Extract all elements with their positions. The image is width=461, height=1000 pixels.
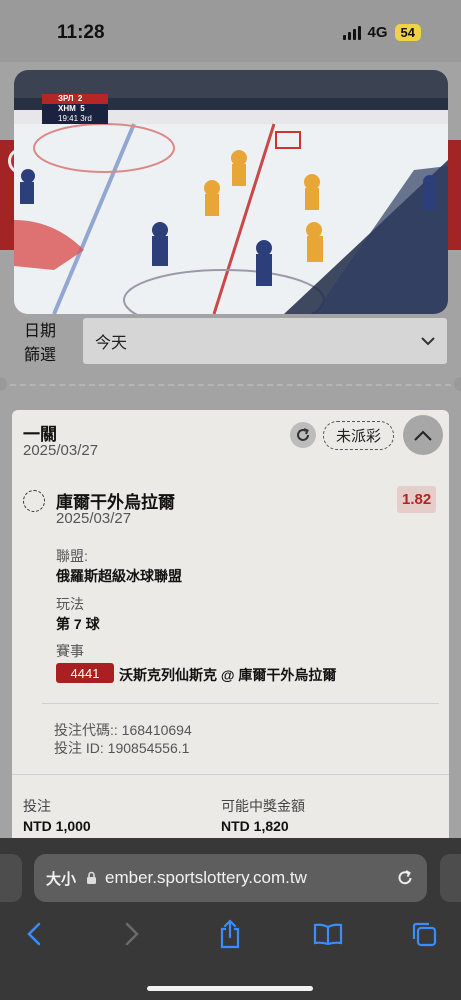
lock-icon	[87, 871, 97, 884]
date-filter-select[interactable]: 今天	[83, 318, 447, 364]
share-button[interactable]	[212, 916, 248, 952]
league-label: 聯盟:	[56, 548, 88, 564]
bet-code: 投注代碼:: 168410694	[54, 722, 192, 738]
market-value: 第 7 球	[56, 616, 100, 632]
scorebug: ЗРЛ 2 ХНМ 5 19:41 3rd	[58, 94, 92, 124]
scorebug-team2: ХНМ	[58, 104, 76, 113]
collapse-button[interactable]	[403, 415, 443, 455]
tabs-icon	[412, 922, 437, 947]
prev-tab-preview[interactable]	[0, 854, 22, 902]
payout-value: NTD 1,820	[221, 818, 289, 834]
status-time: 11:28	[57, 22, 105, 43]
share-icon	[220, 919, 240, 949]
network-type: 4G	[367, 24, 388, 41]
forward-arrow-icon	[125, 922, 139, 946]
divider	[12, 774, 449, 775]
chevron-down-icon	[421, 336, 435, 345]
address-bar[interactable]: 大小 ember.sportslottery.com.tw	[34, 854, 427, 902]
home-indicator	[147, 986, 313, 991]
scorebug-team1: ЗРЛ	[58, 94, 74, 103]
book-icon	[313, 923, 343, 946]
scorebug-score1: 2	[77, 94, 83, 103]
signal-icon	[342, 25, 361, 40]
divider	[42, 703, 439, 704]
date-filter-value: 今天	[95, 335, 128, 352]
back-arrow-icon	[27, 922, 41, 946]
payout-label: 可能中獎金額	[221, 798, 305, 814]
league-value: 俄羅斯超級冰球聯盟	[56, 568, 182, 584]
market-label: 玩法	[56, 596, 84, 612]
selection-radio[interactable]	[23, 490, 45, 512]
back-button[interactable]	[16, 916, 52, 952]
event-label: 賽事	[56, 643, 84, 659]
stake-value: NTD 1,000	[23, 818, 91, 834]
scorebug-clock: 19:41	[58, 114, 79, 123]
browser-toolbar: 大小 ember.sportslottery.com.tw	[0, 838, 461, 1000]
page-settings-button[interactable]: 大小	[46, 868, 76, 889]
chevron-up-icon	[414, 430, 432, 441]
url-text: ember.sportslottery.com.tw	[105, 868, 307, 887]
scorebug-period: 3rd	[80, 114, 92, 123]
refresh-button[interactable]	[290, 422, 316, 448]
bet-card: 一關 2025/03/27 未派彩 庫爾干外烏拉爾 2025/03/27 1.8…	[12, 410, 449, 850]
date-filter-label: 日期 篩選	[24, 323, 57, 364]
tabs-button[interactable]	[406, 916, 442, 952]
selection-date: 2025/03/27	[56, 510, 132, 527]
live-video-player[interactable]: ЗРЛ 2 ХНМ 5 19:41 3rd	[14, 70, 448, 314]
forward-button[interactable]	[114, 916, 150, 952]
battery-indicator: 54	[394, 24, 421, 41]
event-name: 沃斯克列仙斯克 @ 庫爾干外烏拉爾	[119, 667, 337, 683]
reload-icon[interactable]	[395, 868, 415, 888]
scorebug-score2: 5	[80, 104, 85, 113]
dashed-divider	[0, 384, 461, 386]
event-id-badge: 4441	[56, 663, 114, 683]
bet-date: 2025/03/27	[23, 442, 99, 459]
refresh-icon	[297, 428, 309, 441]
stake-label: 投注	[23, 798, 51, 814]
odds-badge: 1.82	[397, 486, 437, 513]
status-badge: 未派彩	[323, 421, 395, 450]
bookmarks-button[interactable]	[310, 916, 346, 952]
bet-id: 投注 ID: 190854556.1	[54, 740, 190, 756]
browser-nav	[0, 916, 461, 956]
next-tab-preview[interactable]	[440, 854, 461, 902]
status-bar: 11:28 4G 54	[0, 0, 461, 62]
